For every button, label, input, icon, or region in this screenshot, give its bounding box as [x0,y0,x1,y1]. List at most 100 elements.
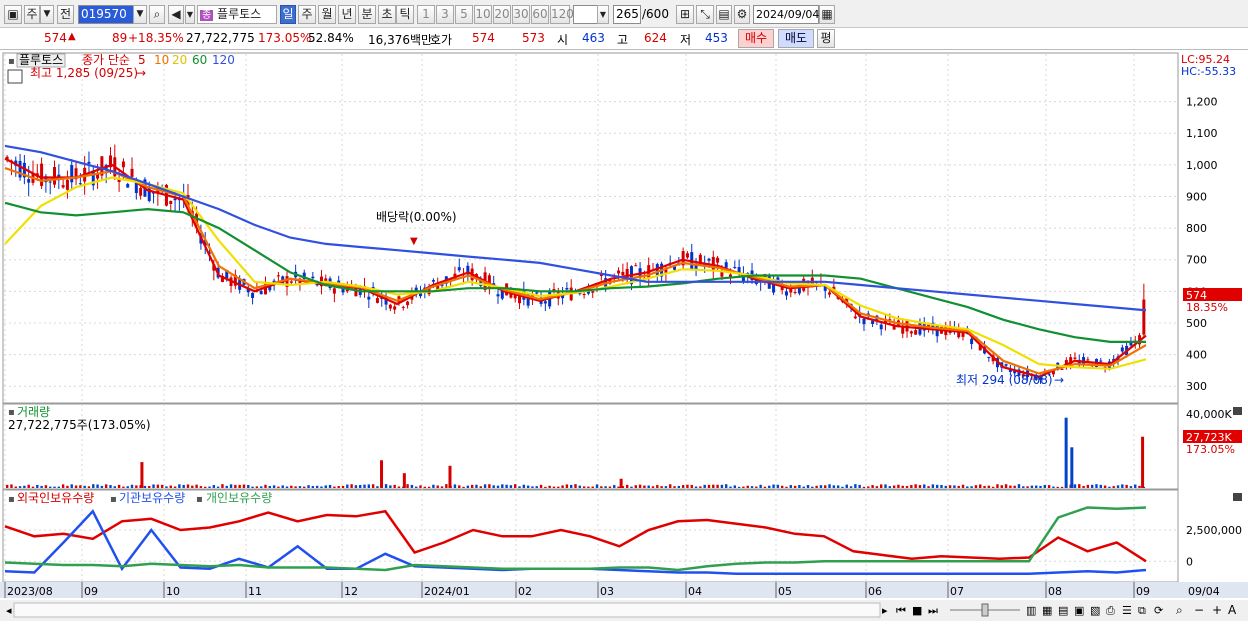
volume-bar [690,484,693,488]
volume-bar [897,484,900,488]
window-icon[interactable]: ▣ [4,5,22,24]
scroll-left-icon[interactable]: ◂ [6,604,12,617]
buy-button[interactable]: 매수 [738,29,774,48]
volume-bar [862,486,866,488]
chart-type-icon[interactable]: ▥ [1026,604,1036,617]
play-icon[interactable]: ▸ [882,604,888,617]
period-week[interactable]: 주 [298,5,316,24]
chart-area[interactable]: 3004005006007008009001,0001,1001,20040,0… [0,50,1248,621]
volume-bar [169,485,172,488]
volume-bar [1073,484,1077,488]
volume-bar [173,486,177,488]
volume-bar [1134,484,1137,488]
volume-bar [884,484,887,488]
individual-label: 개인보유수량 [206,491,272,505]
candle-body [565,287,569,290]
table-icon[interactable]: ▣ [1074,604,1084,617]
interval-30[interactable]: 30 [512,5,530,24]
volume-bar [148,486,151,488]
volume-bar [242,484,246,488]
period-year[interactable]: 년 [338,5,356,24]
volume-bar [79,485,82,488]
stock-name-field[interactable]: 종 플루토스 [197,5,277,24]
list-icon[interactable]: ☰ [1122,604,1132,617]
stock-code-input[interactable]: 019570 [78,5,134,24]
zoom-handle[interactable] [981,603,989,617]
date-input[interactable]: 2024/09/04 [753,5,819,24]
prev-button[interactable]: 전 [57,5,74,24]
export-icon[interactable]: ▧ [1090,604,1100,617]
interval-10[interactable]: 10 [474,5,492,24]
copy-icon[interactable]: ⧉ [1138,604,1146,617]
speaker-icon[interactable]: ◀ [168,5,184,24]
zoom-out-icon[interactable]: − [1194,603,1204,617]
date-label-13: 09 [1136,585,1150,598]
interval-1[interactable]: 1 [417,5,435,24]
candle-body [724,262,728,268]
volume-bar [664,486,668,488]
chevron-down-icon[interactable]: ▼ [40,5,54,24]
volume-bar [1047,485,1051,488]
zoom-in-icon[interactable]: + [1212,603,1222,617]
count-input[interactable]: 265 [613,5,641,24]
interval-60[interactable]: 60 [531,5,549,24]
interval-120[interactable]: 120 [550,5,574,24]
date-label-8: 04 [688,585,702,598]
calendar-icon[interactable]: ▦ [819,5,835,24]
auto-scale-icon[interactable]: A [1228,603,1237,617]
grid-icon[interactable]: ▤ [1058,604,1068,617]
volume-bar [208,486,211,488]
search-icon[interactable]: ⌕ [149,5,165,24]
low-label: 저 [680,33,692,47]
volume-bar [18,486,22,488]
interval-3[interactable]: 3 [436,5,454,24]
volume-bar [828,484,831,488]
candle-body [130,168,134,177]
draw-tool-icon[interactable]: ⤡ [696,5,714,24]
volume-bar [251,486,254,488]
calculator-icon[interactable] [7,69,23,84]
rewind-icon[interactable]: ⏮ [896,604,906,617]
candle-body [139,187,143,196]
bid-price: 573 [522,31,545,45]
code-dropdown-icon[interactable]: ▼ [133,5,147,24]
period-tick[interactable]: 틱 [396,5,414,24]
gear-icon[interactable]: ⚙ [734,5,750,24]
scroll-track[interactable] [13,602,881,618]
holding-marker-icon: ▪ [8,494,15,505]
chart-svg[interactable]: 3004005006007008009001,0001,1001,20040,0… [0,50,1248,621]
volume-bar [785,486,788,488]
eval-button[interactable]: 평 [817,29,835,48]
volume-bar [824,485,827,488]
stop-icon[interactable]: ■ [912,604,922,617]
period-minute[interactable]: 분 [358,5,376,24]
period-day[interactable]: 일 [280,5,296,24]
high-annotation: 최고 1,285 (09/25) [30,66,138,80]
volume-bar [419,485,422,488]
volume-bar [806,485,810,488]
forward-icon[interactable]: ⏭ [928,604,938,617]
print-icon[interactable]: ⎙ [1106,604,1115,617]
layout-icon[interactable]: ▦ [1042,604,1052,617]
volume-bar [518,486,521,488]
zoom-search-icon[interactable]: ⌕ [1176,603,1183,617]
candle-body [793,292,797,294]
volume-bar [643,485,646,488]
holding-close-icon[interactable] [1233,493,1242,501]
sell-button[interactable]: 매도 [778,29,814,48]
current-rate-tag: 18.35% [1186,301,1228,314]
save-icon[interactable]: ▤ [716,5,732,24]
speaker-dropdown-icon[interactable]: ▼ [185,5,195,24]
period-second[interactable]: 초 [378,5,396,24]
interval-20[interactable]: 20 [493,5,511,24]
refresh-icon[interactable]: ⟳ [1154,604,1163,617]
market-type-select[interactable]: 주 [24,5,40,24]
indicator-icon[interactable]: ⊞ [676,5,694,24]
volume-bar [268,486,271,488]
volume-bar [759,484,762,488]
interval-dropdown-icon[interactable]: ▼ [597,5,609,24]
period-month[interactable]: 월 [318,5,336,24]
interval-5[interactable]: 5 [455,5,473,24]
volume-bar [1099,484,1102,488]
volume-close-icon[interactable] [1233,407,1242,415]
